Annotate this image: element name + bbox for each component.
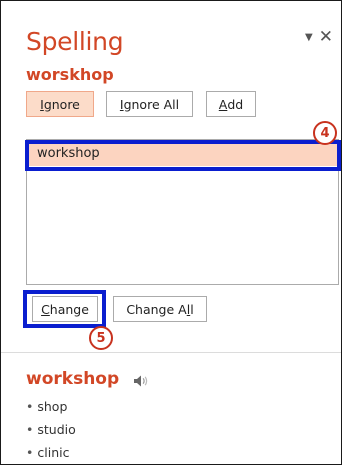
- spelling-pane: Spelling ▼ ✕ worskhop Ignore Ignore All …: [0, 0, 342, 465]
- ignore-label-rest: gnore: [43, 96, 80, 112]
- chevron-down-icon[interactable]: ▼: [305, 32, 313, 43]
- pane-title: Spelling: [26, 27, 124, 56]
- synonym-item[interactable]: • clinic: [26, 443, 76, 466]
- synonym-item[interactable]: • shop: [26, 397, 76, 420]
- dictionary-word: workshop: [26, 369, 120, 389]
- synonym-list: • shop • studio • clinic: [26, 397, 76, 466]
- callout-highlight-5: [23, 290, 106, 328]
- synonym-text: shop: [37, 399, 68, 414]
- add-label-rest: dd: [227, 96, 244, 112]
- callout-badge-5: 5: [89, 326, 113, 350]
- callout-highlight-4: [25, 140, 341, 171]
- misspelled-word: worskhop: [26, 65, 114, 84]
- callout-badge-4: 4: [313, 121, 337, 145]
- change-all-label-prefix: Change A: [126, 301, 187, 317]
- synonym-text: studio: [37, 422, 76, 437]
- change-all-label-rest: l: [190, 301, 194, 317]
- change-all-button[interactable]: Change All: [113, 296, 207, 322]
- synonym-item[interactable]: • studio: [26, 420, 76, 443]
- speaker-icon[interactable]: [133, 374, 149, 388]
- ignore-all-button[interactable]: Ignore All: [106, 91, 193, 117]
- bullet: •: [26, 399, 34, 414]
- section-divider: [1, 352, 341, 353]
- bullet: •: [26, 445, 34, 460]
- close-icon[interactable]: ✕: [319, 29, 333, 46]
- bullet: •: [26, 422, 34, 437]
- add-accel: A: [218, 96, 228, 112]
- synonym-text: clinic: [37, 445, 70, 460]
- add-button[interactable]: Add: [206, 91, 256, 117]
- ignore-button[interactable]: Ignore: [26, 91, 94, 117]
- ignore-all-label-rest: gnore All: [123, 96, 180, 112]
- pane-controls: ▼ ✕: [305, 29, 333, 46]
